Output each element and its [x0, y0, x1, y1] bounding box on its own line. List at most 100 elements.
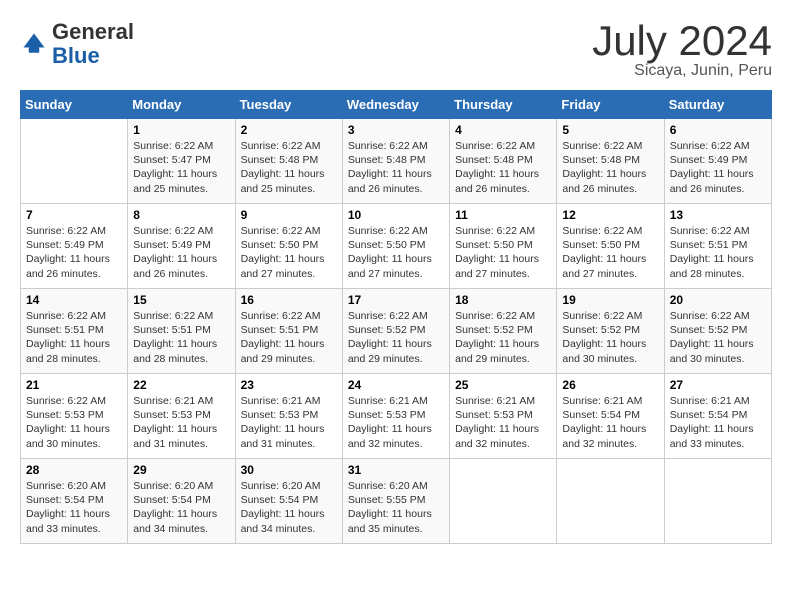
calendar-cell: 7 Sunrise: 6:22 AMSunset: 5:49 PMDayligh… [21, 204, 128, 289]
calendar-cell: 6 Sunrise: 6:22 AMSunset: 5:49 PMDayligh… [664, 119, 771, 204]
day-number: 13 [670, 208, 766, 222]
day-number: 24 [348, 378, 444, 392]
day-number: 4 [455, 123, 551, 137]
calendar-cell: 28 Sunrise: 6:20 AMSunset: 5:54 PMDaylig… [21, 459, 128, 544]
header-saturday: Saturday [664, 91, 771, 119]
calendar-week-row: 7 Sunrise: 6:22 AMSunset: 5:49 PMDayligh… [21, 204, 772, 289]
day-info: Sunrise: 6:20 AMSunset: 5:54 PMDaylight:… [26, 479, 122, 536]
day-number: 22 [133, 378, 229, 392]
day-number: 8 [133, 208, 229, 222]
header-wednesday: Wednesday [342, 91, 449, 119]
day-info: Sunrise: 6:22 AMSunset: 5:48 PMDaylight:… [241, 139, 337, 196]
logo-icon [20, 30, 48, 58]
day-info: Sunrise: 6:21 AMSunset: 5:53 PMDaylight:… [455, 394, 551, 451]
calendar-cell: 17 Sunrise: 6:22 AMSunset: 5:52 PMDaylig… [342, 289, 449, 374]
day-info: Sunrise: 6:22 AMSunset: 5:47 PMDaylight:… [133, 139, 229, 196]
day-number: 28 [26, 463, 122, 477]
day-number: 21 [26, 378, 122, 392]
day-number: 15 [133, 293, 229, 307]
calendar-cell: 15 Sunrise: 6:22 AMSunset: 5:51 PMDaylig… [128, 289, 235, 374]
calendar-cell [557, 459, 664, 544]
calendar-cell [664, 459, 771, 544]
calendar-cell: 30 Sunrise: 6:20 AMSunset: 5:54 PMDaylig… [235, 459, 342, 544]
calendar-cell: 9 Sunrise: 6:22 AMSunset: 5:50 PMDayligh… [235, 204, 342, 289]
day-info: Sunrise: 6:22 AMSunset: 5:49 PMDaylight:… [670, 139, 766, 196]
day-info: Sunrise: 6:22 AMSunset: 5:49 PMDaylight:… [26, 224, 122, 281]
day-info: Sunrise: 6:21 AMSunset: 5:54 PMDaylight:… [670, 394, 766, 451]
day-number: 11 [455, 208, 551, 222]
calendar-cell [450, 459, 557, 544]
calendar-cell: 11 Sunrise: 6:22 AMSunset: 5:50 PMDaylig… [450, 204, 557, 289]
day-info: Sunrise: 6:20 AMSunset: 5:54 PMDaylight:… [133, 479, 229, 536]
day-number: 26 [562, 378, 658, 392]
day-number: 17 [348, 293, 444, 307]
header-thursday: Thursday [450, 91, 557, 119]
day-info: Sunrise: 6:20 AMSunset: 5:54 PMDaylight:… [241, 479, 337, 536]
day-info: Sunrise: 6:22 AMSunset: 5:51 PMDaylight:… [241, 309, 337, 366]
header-friday: Friday [557, 91, 664, 119]
header-monday: Monday [128, 91, 235, 119]
day-number: 18 [455, 293, 551, 307]
header-tuesday: Tuesday [235, 91, 342, 119]
day-info: Sunrise: 6:22 AMSunset: 5:48 PMDaylight:… [562, 139, 658, 196]
day-info: Sunrise: 6:22 AMSunset: 5:52 PMDaylight:… [670, 309, 766, 366]
calendar-week-row: 21 Sunrise: 6:22 AMSunset: 5:53 PMDaylig… [21, 374, 772, 459]
day-number: 3 [348, 123, 444, 137]
day-number: 29 [133, 463, 229, 477]
day-info: Sunrise: 6:21 AMSunset: 5:53 PMDaylight:… [241, 394, 337, 451]
day-info: Sunrise: 6:22 AMSunset: 5:49 PMDaylight:… [133, 224, 229, 281]
page-header: General Blue July 2024 Sicaya, Junin, Pe… [20, 20, 772, 80]
day-number: 2 [241, 123, 337, 137]
day-info: Sunrise: 6:22 AMSunset: 5:52 PMDaylight:… [562, 309, 658, 366]
calendar-cell: 1 Sunrise: 6:22 AMSunset: 5:47 PMDayligh… [128, 119, 235, 204]
calendar-cell: 18 Sunrise: 6:22 AMSunset: 5:52 PMDaylig… [450, 289, 557, 374]
calendar-cell: 29 Sunrise: 6:20 AMSunset: 5:54 PMDaylig… [128, 459, 235, 544]
day-number: 31 [348, 463, 444, 477]
calendar-header-row: SundayMondayTuesdayWednesdayThursdayFrid… [21, 91, 772, 119]
calendar-cell: 8 Sunrise: 6:22 AMSunset: 5:49 PMDayligh… [128, 204, 235, 289]
calendar-week-row: 1 Sunrise: 6:22 AMSunset: 5:47 PMDayligh… [21, 119, 772, 204]
day-number: 12 [562, 208, 658, 222]
logo: General Blue [20, 20, 134, 68]
day-number: 20 [670, 293, 766, 307]
day-number: 10 [348, 208, 444, 222]
day-info: Sunrise: 6:22 AMSunset: 5:50 PMDaylight:… [562, 224, 658, 281]
calendar-cell: 20 Sunrise: 6:22 AMSunset: 5:52 PMDaylig… [664, 289, 771, 374]
day-number: 19 [562, 293, 658, 307]
day-info: Sunrise: 6:22 AMSunset: 5:48 PMDaylight:… [348, 139, 444, 196]
calendar-cell: 2 Sunrise: 6:22 AMSunset: 5:48 PMDayligh… [235, 119, 342, 204]
calendar-week-row: 14 Sunrise: 6:22 AMSunset: 5:51 PMDaylig… [21, 289, 772, 374]
day-info: Sunrise: 6:21 AMSunset: 5:53 PMDaylight:… [133, 394, 229, 451]
day-info: Sunrise: 6:21 AMSunset: 5:54 PMDaylight:… [562, 394, 658, 451]
day-number: 30 [241, 463, 337, 477]
calendar-cell: 24 Sunrise: 6:21 AMSunset: 5:53 PMDaylig… [342, 374, 449, 459]
day-info: Sunrise: 6:22 AMSunset: 5:51 PMDaylight:… [670, 224, 766, 281]
day-number: 14 [26, 293, 122, 307]
day-info: Sunrise: 6:22 AMSunset: 5:48 PMDaylight:… [455, 139, 551, 196]
title-area: July 2024 Sicaya, Junin, Peru [592, 20, 772, 80]
day-number: 27 [670, 378, 766, 392]
calendar-cell: 4 Sunrise: 6:22 AMSunset: 5:48 PMDayligh… [450, 119, 557, 204]
day-info: Sunrise: 6:22 AMSunset: 5:51 PMDaylight:… [133, 309, 229, 366]
day-number: 5 [562, 123, 658, 137]
calendar-cell: 22 Sunrise: 6:21 AMSunset: 5:53 PMDaylig… [128, 374, 235, 459]
month-year-title: July 2024 [592, 20, 772, 62]
calendar-table: SundayMondayTuesdayWednesdayThursdayFrid… [20, 90, 772, 544]
calendar-week-row: 28 Sunrise: 6:20 AMSunset: 5:54 PMDaylig… [21, 459, 772, 544]
day-info: Sunrise: 6:22 AMSunset: 5:53 PMDaylight:… [26, 394, 122, 451]
logo-general-text: General [52, 19, 134, 44]
calendar-cell: 23 Sunrise: 6:21 AMSunset: 5:53 PMDaylig… [235, 374, 342, 459]
calendar-cell: 31 Sunrise: 6:20 AMSunset: 5:55 PMDaylig… [342, 459, 449, 544]
day-number: 7 [26, 208, 122, 222]
location-subtitle: Sicaya, Junin, Peru [592, 62, 772, 80]
calendar-cell: 12 Sunrise: 6:22 AMSunset: 5:50 PMDaylig… [557, 204, 664, 289]
day-info: Sunrise: 6:22 AMSunset: 5:51 PMDaylight:… [26, 309, 122, 366]
day-info: Sunrise: 6:22 AMSunset: 5:52 PMDaylight:… [348, 309, 444, 366]
calendar-cell: 3 Sunrise: 6:22 AMSunset: 5:48 PMDayligh… [342, 119, 449, 204]
calendar-cell: 16 Sunrise: 6:22 AMSunset: 5:51 PMDaylig… [235, 289, 342, 374]
calendar-cell: 19 Sunrise: 6:22 AMSunset: 5:52 PMDaylig… [557, 289, 664, 374]
calendar-cell: 14 Sunrise: 6:22 AMSunset: 5:51 PMDaylig… [21, 289, 128, 374]
day-number: 16 [241, 293, 337, 307]
day-info: Sunrise: 6:22 AMSunset: 5:50 PMDaylight:… [455, 224, 551, 281]
day-info: Sunrise: 6:20 AMSunset: 5:55 PMDaylight:… [348, 479, 444, 536]
